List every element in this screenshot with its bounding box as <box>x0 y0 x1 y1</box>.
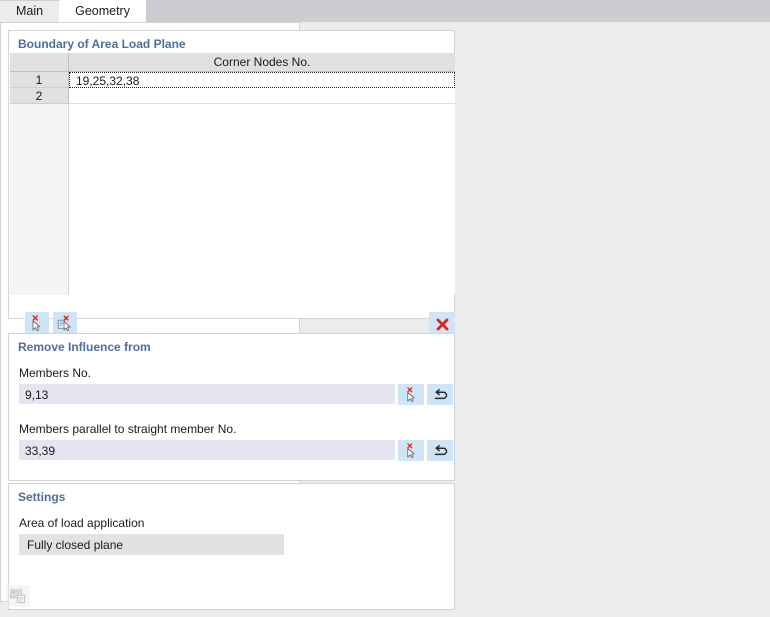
table-row[interactable]: 1 19,25,32,38 <box>10 72 455 88</box>
cursor-pick-node-icon <box>29 315 45 331</box>
table-column-header-row: Corner Nodes No. <box>10 53 455 72</box>
undo-arrow-icon <box>432 444 448 458</box>
pick-lines-button[interactable] <box>53 312 77 334</box>
table-row[interactable]: 2 <box>10 88 455 104</box>
remove-influence-from-group: Remove Influence from Members No. 9,13 M… <box>8 333 455 481</box>
row-number: 2 <box>10 88 69 104</box>
settings-group: Settings Area of load application Fully … <box>8 483 455 610</box>
row-number: 1 <box>10 72 69 88</box>
cursor-pick-line-icon <box>57 315 73 331</box>
red-x-icon <box>435 317 450 332</box>
cell-corner-nodes[interactable] <box>69 88 455 104</box>
members-no-label: Members No. <box>19 366 92 380</box>
boundary-group-title: Boundary of Area Load Plane <box>18 37 186 51</box>
table-empty-body-area <box>69 104 455 295</box>
undo-arrow-icon <box>432 388 448 402</box>
settings-group-title: Settings <box>18 490 66 504</box>
members-parallel-label: Members parallel to straight member No. <box>19 422 237 436</box>
corner-nodes-table[interactable]: Corner Nodes No. 1 19,25,32,38 2 <box>10 53 455 295</box>
pick-nodes-button[interactable] <box>25 312 49 334</box>
pick-members-button[interactable] <box>398 384 424 405</box>
table-empty-rowheader-area <box>10 104 69 295</box>
work-area: Boundary of Area Load Plane Corner Nodes… <box>0 22 770 617</box>
reset-parallel-members-button[interactable] <box>427 440 453 461</box>
members-parallel-input[interactable]: 33,39 <box>19 440 395 460</box>
reset-members-button[interactable] <box>427 384 453 405</box>
boundary-of-area-load-plane-group: Boundary of Area Load Plane Corner Nodes… <box>8 30 455 336</box>
tab-geometry[interactable]: Geometry <box>59 0 146 22</box>
area-of-load-application-label: Area of load application <box>19 516 145 530</box>
cursor-pick-node-icon <box>404 387 419 402</box>
area-of-load-application-value[interactable]: Fully closed plane <box>19 534 284 555</box>
render-copy-icon <box>10 588 26 604</box>
render-preview-button[interactable] <box>6 585 30 607</box>
table-corner-cell <box>10 53 69 71</box>
cell-corner-nodes[interactable]: 19,25,32,38 <box>69 72 455 88</box>
tab-strip: Main Geometry <box>0 0 770 22</box>
members-no-input[interactable]: 9,13 <box>19 384 395 404</box>
tab-main[interactable]: Main <box>0 1 60 22</box>
column-header-corner-nodes: Corner Nodes No. <box>69 53 455 71</box>
remove-influence-group-title: Remove Influence from <box>18 340 151 354</box>
pick-parallel-members-button[interactable] <box>398 440 424 461</box>
cursor-pick-node-icon <box>404 443 419 458</box>
